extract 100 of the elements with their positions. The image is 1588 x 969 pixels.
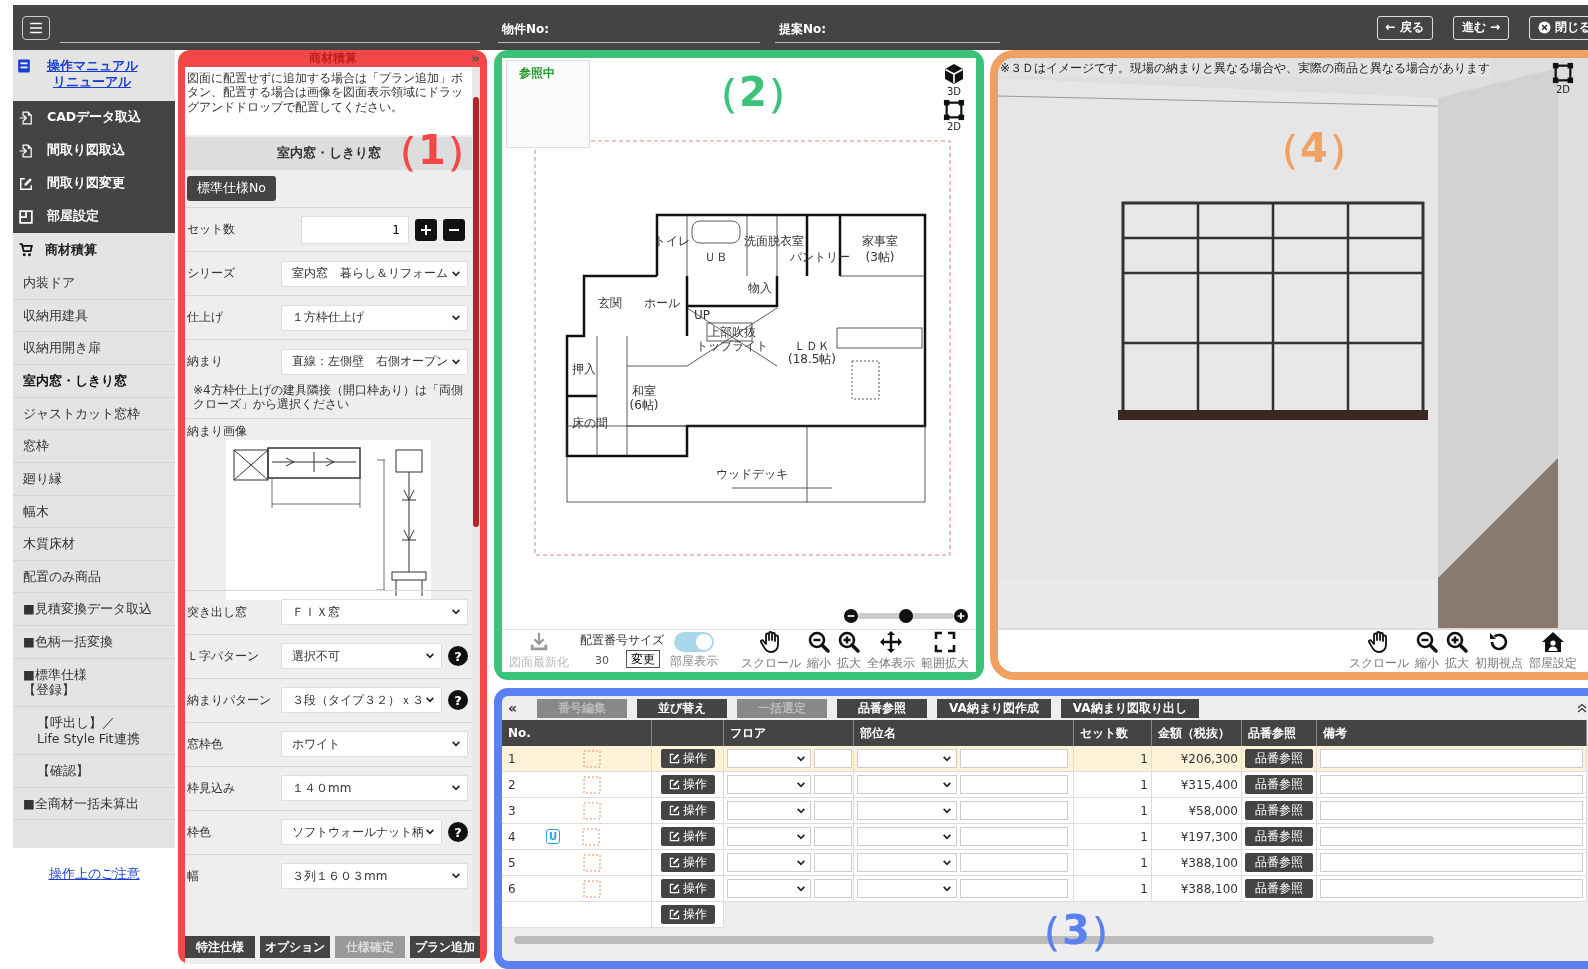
input-field[interactable]: 提案No: [775,12,1000,43]
input-field[interactable] [1320,827,1583,846]
input-field[interactable] [814,853,852,872]
tool-button[interactable]: 拡大 [834,630,864,672]
input-field[interactable] [1320,801,1583,820]
input-field[interactable] [960,853,1068,872]
tool-menu-item[interactable]: 間取り図変更 [13,167,175,201]
select-field[interactable]: 選択不可 [281,643,442,670]
spec-button[interactable]: 標準仕様No [187,176,276,201]
input-field[interactable] [960,801,1068,820]
toolbar-button[interactable]: VA納まり図取り出し [1060,698,1199,718]
select-field[interactable]: 直線：左側壁 右側オープン [281,348,468,375]
input-field[interactable] [814,827,852,846]
sidebar-item[interactable]: 室内窓・しきり窓 [13,365,175,398]
sidebar-item[interactable]: ■標準仕様【登録】 [13,658,175,707]
select-field[interactable] [727,801,811,820]
notice-link[interactable]: 操作上のご注意 [13,866,175,883]
sidebar-item[interactable]: 内装ドア [13,267,175,300]
action-button[interactable]: プラン追加 [410,936,480,958]
select-field[interactable] [727,749,811,768]
select-field[interactable] [857,827,957,846]
slider-thumb[interactable] [899,609,913,623]
help-button[interactable]: ? [448,690,468,711]
help-button[interactable]: ? [448,822,468,843]
help-button[interactable]: ? [448,646,468,667]
toolbar-button[interactable]: 並び替え [637,698,728,718]
sidebar-item[interactable]: ■色柄一括変換 [13,626,175,659]
sidebar-item[interactable]: ■見積変換データ取込 [13,593,175,627]
table-row[interactable]: 2 操作 1 ¥315,400 品番参照 [502,772,1587,798]
view-2d-button[interactable]: 2D [943,99,965,132]
zoom-out-button[interactable] [844,609,858,623]
tool-menu-item[interactable]: CADデータ取込 [13,101,175,135]
select-field[interactable] [857,801,957,820]
input-field[interactable]: 物件No: [498,12,760,43]
input-field[interactable] [1320,749,1583,768]
change-button[interactable]: 変更 [626,650,660,668]
part-lookup-button[interactable]: 品番参照 [1245,827,1313,846]
scrollbar[interactable] [472,67,480,932]
part-lookup-button[interactable]: 品番参照 [1245,801,1313,820]
input-field[interactable] [814,749,852,768]
sidebar-item[interactable]: 収納用建具 [13,299,175,333]
tool-button[interactable]: 全体表示 [864,630,918,672]
sidebar-item[interactable]: 収納用開き扉 [13,332,175,366]
view-3d-button[interactable]: 3D [942,62,966,97]
table-row[interactable]: 5 操作 1 ¥388,100 品番参照 [502,850,1587,876]
operation-button[interactable]: 操作 [660,879,715,898]
tool-menu-item[interactable]: 間取り図取込 [13,134,175,168]
select-field[interactable] [857,775,957,794]
operation-button[interactable]: 操作 [660,801,715,820]
input-field[interactable] [960,775,1068,794]
part-lookup-button[interactable]: 品番参照 [1245,749,1313,768]
toolbar-button[interactable]: 品番参照 [837,698,928,718]
select-field[interactable] [857,853,957,872]
input-field[interactable] [814,879,852,898]
input-field[interactable] [960,749,1068,768]
table-row[interactable]: 1 操作 1 ¥206,300 品番参照 [502,746,1587,772]
tool-button[interactable]: スクロール [1346,630,1412,672]
input-field[interactable] [814,775,852,794]
sidebar-item[interactable]: 【確認】 [13,755,175,788]
tool-button[interactable]: 初期視点 [1472,630,1526,672]
sidebar-item[interactable]: 配置のみ商品 [13,560,175,594]
select-field[interactable] [727,775,811,794]
input-field[interactable] [814,801,852,820]
sidebar-item[interactable]: 窓枠 [13,430,175,463]
select-field[interactable]: １方枠仕上げ [281,304,468,331]
select-field[interactable]: 室内窓 暮らし＆リフォーム [281,260,468,287]
plus-button[interactable] [415,218,437,241]
select-field[interactable] [727,853,811,872]
action-button[interactable]: オプション [260,936,330,958]
select-field[interactable]: ソフトウォールナット柄 [281,819,442,846]
view-2d-button[interactable]: 2D [1552,62,1574,95]
tool-button[interactable]: スクロール [738,630,804,672]
select-field[interactable]: ３列１６０３mm [281,863,468,890]
select-field[interactable] [857,749,957,768]
quantity-field[interactable]: 1 [301,215,409,244]
sidebar-item[interactable]: 幅木 [13,495,175,529]
select-field[interactable] [727,879,811,898]
menu-button[interactable] [22,15,50,40]
part-lookup-button[interactable]: 品番参照 [1245,775,1313,794]
toolbar-button[interactable]: VA納まり図作成 [937,698,1051,718]
tool-button[interactable]: 縮小 [1412,630,1442,672]
part-lookup-button[interactable]: 品番参照 [1245,853,1313,872]
tool-button[interactable]: 範囲拡大 [918,630,972,672]
tool-button[interactable]: 部屋設定 [1526,630,1580,672]
operation-button[interactable]: 操作 [660,827,715,846]
operation-button[interactable]: 操作 [660,853,715,872]
sidebar-item[interactable]: ■全商材一括未算出 [13,787,175,821]
input-field[interactable] [1320,853,1583,872]
table-row[interactable]: 6 操作 1 ¥388,100 品番参照 [502,876,1587,902]
table-row[interactable]: 3 操作 1 ¥58,000 品番参照 [502,798,1587,824]
forward-button[interactable]: 進む → [1452,15,1509,40]
select-field[interactable]: ホワイト [281,731,468,758]
tool-menu-item[interactable]: 部屋設定 [13,200,175,234]
input-field[interactable] [1320,775,1583,794]
select-field[interactable]: ３段（タイプ３２）ｘ３ [281,687,442,714]
table-row[interactable]: 4 U 操作 1 ¥197,300 品番参照 [502,824,1587,850]
input-field[interactable] [960,827,1068,846]
minus-button[interactable] [443,218,465,241]
operation-button[interactable]: 操作 [660,775,715,794]
action-button[interactable]: 特注仕様 [185,936,255,958]
